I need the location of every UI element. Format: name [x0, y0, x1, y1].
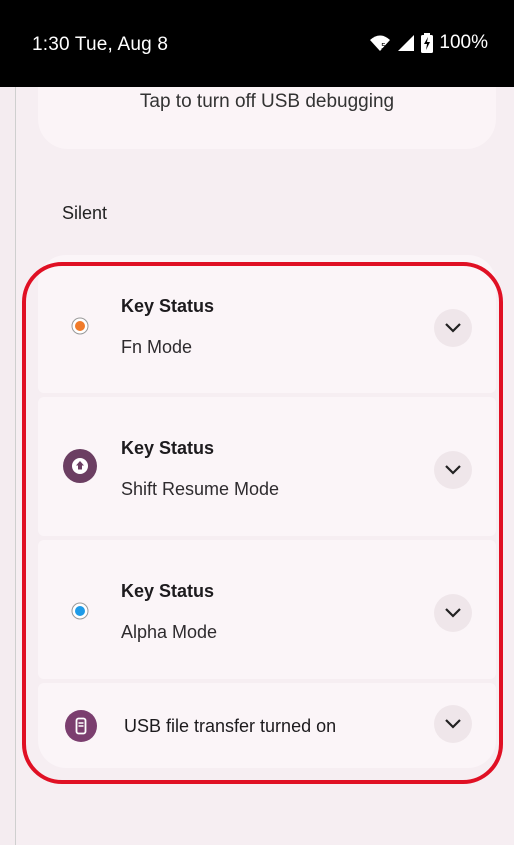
notification-text: Fn Mode — [121, 337, 193, 357]
usb-icon — [65, 710, 97, 742]
section-label-silent: Silent — [62, 203, 108, 223]
battery-percent: 100% — [439, 32, 488, 53]
notification-key-status-shift[interactable]: Key Status Shift Resume Mode — [38, 397, 496, 536]
usb-debugging-notification[interactable]: Tap to turn off USB debugging — [38, 87, 496, 149]
svg-text:5: 5 — [381, 42, 386, 51]
expand-button[interactable] — [434, 451, 472, 489]
notification-key-status-alpha[interactable]: Key Status Alpha Mode — [38, 540, 496, 679]
chevron-down-icon — [445, 719, 461, 729]
status-icons: 5 100% — [369, 32, 488, 54]
notification-key-status-fn[interactable]: Key Status Fn Mode — [38, 255, 496, 393]
battery-charging-icon — [421, 33, 434, 53]
chevron-down-icon — [445, 465, 461, 475]
expand-button[interactable] — [434, 705, 472, 743]
usb-debugging-text: Tap to turn off USB debugging — [139, 91, 395, 112]
status-time: 1:30 Tue, Aug 8 — [32, 34, 169, 55]
expand-button[interactable] — [434, 309, 472, 347]
notification-text: Alpha Mode — [121, 622, 218, 642]
wifi-icon: 5 — [370, 35, 391, 51]
shift-mode-icon — [63, 449, 97, 483]
notification-title: Key Status — [121, 438, 215, 458]
blue-dot-icon — [71, 602, 89, 620]
notification-text: USB file transfer turned on — [124, 716, 337, 736]
chevron-down-icon — [445, 608, 461, 618]
expand-button[interactable] — [434, 594, 472, 632]
notification-title: Key Status — [121, 581, 215, 601]
notification-usb-file-transfer[interactable]: USB file transfer turned on — [38, 683, 496, 768]
status-bar: 1:30 Tue, Aug 8 5 100% — [0, 0, 514, 87]
cellular-signal-icon — [398, 35, 415, 51]
chevron-down-icon — [445, 323, 461, 333]
notification-title: Key Status — [121, 296, 215, 316]
orange-dot-icon — [71, 317, 89, 335]
notification-text: Shift Resume Mode — [121, 479, 280, 499]
